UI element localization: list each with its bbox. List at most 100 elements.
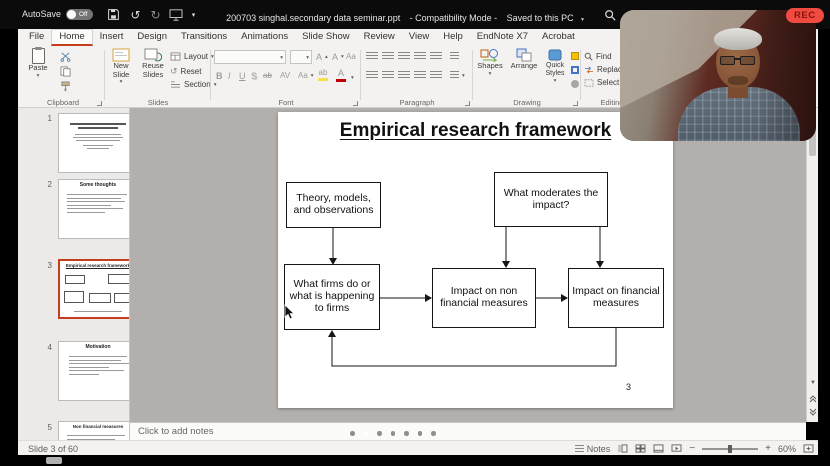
highlight-button[interactable]: ab <box>318 69 328 81</box>
slide-sorter-view-icon[interactable] <box>635 444 646 453</box>
tab-insert[interactable]: Insert <box>93 29 131 46</box>
webcam-video-tile[interactable] <box>620 10 816 141</box>
dot[interactable] <box>391 431 396 436</box>
copy-button[interactable] <box>60 66 71 77</box>
line-spacing-button[interactable] <box>430 52 442 61</box>
decrease-indent-button[interactable] <box>398 52 410 61</box>
paragraph-dialog-launcher[interactable] <box>465 101 470 106</box>
shape-what-moderates[interactable]: What moderates the impact? <box>494 172 608 227</box>
tab-home[interactable]: Home <box>51 29 92 46</box>
undo-icon[interactable]: ↺ <box>128 7 143 22</box>
fit-to-window-icon[interactable] <box>803 444 814 453</box>
shape-theory-models[interactable]: Theory, models, and observations <box>286 182 381 228</box>
arrange-button[interactable]: Arrange <box>508 48 540 71</box>
clipboard-dialog-launcher[interactable] <box>97 101 102 106</box>
italic-button[interactable]: I <box>228 71 231 81</box>
tab-animations[interactable]: Animations <box>234 29 295 46</box>
current-slide[interactable]: Empirical research framework Theory, mod… <box>278 112 673 408</box>
shape-fill-button[interactable] <box>571 52 579 60</box>
scroll-down-icon[interactable]: ▼ <box>807 380 819 386</box>
tab-endnote[interactable]: EndNote X7 <box>470 29 535 46</box>
cut-button[interactable] <box>60 51 71 62</box>
strikethrough-button[interactable]: ab <box>263 71 272 80</box>
previous-slide-button[interactable] <box>807 395 819 405</box>
justify-button[interactable] <box>414 71 426 80</box>
zoom-in-icon[interactable]: + <box>765 443 771 454</box>
bold-button[interactable]: B <box>216 71 223 81</box>
smartart-button[interactable]: ▾ <box>450 71 465 80</box>
taskbar-item[interactable] <box>46 457 62 464</box>
shape-impact-financial[interactable]: Impact on financial measures <box>568 268 664 328</box>
font-size-combo[interactable]: ▾ <box>290 50 312 64</box>
font-name-combo[interactable]: ▾ <box>214 50 286 64</box>
zoom-out-icon[interactable]: − <box>689 443 695 454</box>
format-painter-button[interactable] <box>60 81 71 92</box>
font-color-button[interactable]: A <box>336 69 346 82</box>
dot-active[interactable] <box>364 431 369 436</box>
zoom-slider[interactable] <box>702 444 758 454</box>
shapes-button[interactable]: Shapes ▾ <box>474 48 506 77</box>
tab-slideshow[interactable]: Slide Show <box>295 29 357 46</box>
notes-pane[interactable]: Click to add notes <box>130 422 806 440</box>
layout-button[interactable]: Layout ▾ <box>170 52 214 61</box>
reuse-slides-button[interactable]: Reuse Slides <box>138 48 168 79</box>
text-direction-button[interactable] <box>450 52 459 61</box>
tab-view[interactable]: View <box>402 29 436 46</box>
clear-format-button[interactable]: Aa▾ <box>298 71 314 80</box>
dot[interactable] <box>404 431 409 436</box>
select-button[interactable]: Select ▾ <box>584 78 625 87</box>
shadow-button[interactable]: S <box>251 71 257 81</box>
align-center-button[interactable] <box>382 71 394 80</box>
tab-help[interactable]: Help <box>436 29 470 46</box>
dot[interactable] <box>431 431 436 436</box>
redo-icon[interactable]: ↻ <box>148 7 163 22</box>
dot[interactable] <box>377 431 382 436</box>
vertical-scrollbar[interactable]: ▲ ▼ <box>806 108 818 422</box>
start-slideshow-icon[interactable] <box>168 7 183 22</box>
columns-button[interactable] <box>430 71 442 80</box>
slide-thumbnail-3-selected[interactable]: Empirical research framework <box>58 259 130 319</box>
shape-what-firms-do[interactable]: What firms do or what is happening to fi… <box>284 264 380 330</box>
new-slide-button[interactable]: New Slide ▾ <box>106 48 136 86</box>
drawing-dialog-launcher[interactable] <box>573 101 578 106</box>
slide-thumbnail-1[interactable] <box>58 113 130 173</box>
font-dialog-launcher[interactable] <box>353 101 358 106</box>
char-spacing-button[interactable]: AV <box>280 71 290 80</box>
shape-outline-button[interactable] <box>571 66 579 74</box>
notes-toggle-button[interactable]: Notes <box>575 444 611 454</box>
tab-review[interactable]: Review <box>357 29 402 46</box>
reading-view-icon[interactable] <box>653 444 664 453</box>
tab-acrobat[interactable]: Acrobat <box>535 29 582 46</box>
slideshow-view-icon[interactable] <box>671 444 682 453</box>
quick-styles-button[interactable]: Quick Styles ▾ <box>542 48 568 84</box>
carousel-dots[interactable] <box>350 431 436 436</box>
align-left-button[interactable] <box>366 71 378 80</box>
dot[interactable] <box>418 431 423 436</box>
bullets-button[interactable] <box>366 52 378 61</box>
slide-thumbnail-4[interactable]: Motivation <box>58 341 130 401</box>
autosave-toggle[interactable]: Off <box>66 9 93 20</box>
tab-design[interactable]: Design <box>130 29 174 46</box>
zoom-level[interactable]: 60% <box>778 444 796 454</box>
reset-button[interactable]: ↺ Reset <box>170 66 201 77</box>
align-right-button[interactable] <box>398 71 410 80</box>
shape-impact-nonfinancial[interactable]: Impact on non financial measures <box>432 268 536 328</box>
numbering-button[interactable] <box>382 52 394 61</box>
paste-button[interactable]: Paste ▾ <box>24 48 52 79</box>
grow-font-button[interactable]: A▴ <box>316 52 328 62</box>
underline-button[interactable]: U <box>239 71 246 81</box>
zoom-slider-thumb[interactable] <box>728 445 732 453</box>
tab-transitions[interactable]: Transitions <box>174 29 234 46</box>
shape-effects-button[interactable] <box>571 80 579 88</box>
tab-file[interactable]: File <box>22 29 51 46</box>
search-icon[interactable] <box>602 7 617 22</box>
normal-view-icon[interactable] <box>617 444 628 453</box>
saved-status[interactable]: Saved to this PC <box>507 13 574 23</box>
find-button[interactable]: Find <box>584 52 612 61</box>
slide-thumbnail-5[interactable]: Non financial measures <box>58 421 130 440</box>
next-slide-button[interactable] <box>807 408 819 418</box>
change-case-button[interactable]: Aa <box>346 52 356 61</box>
slide-thumbnail-2[interactable]: Some thoughts <box>58 179 130 239</box>
dot[interactable] <box>350 431 355 436</box>
save-icon[interactable] <box>106 7 121 22</box>
